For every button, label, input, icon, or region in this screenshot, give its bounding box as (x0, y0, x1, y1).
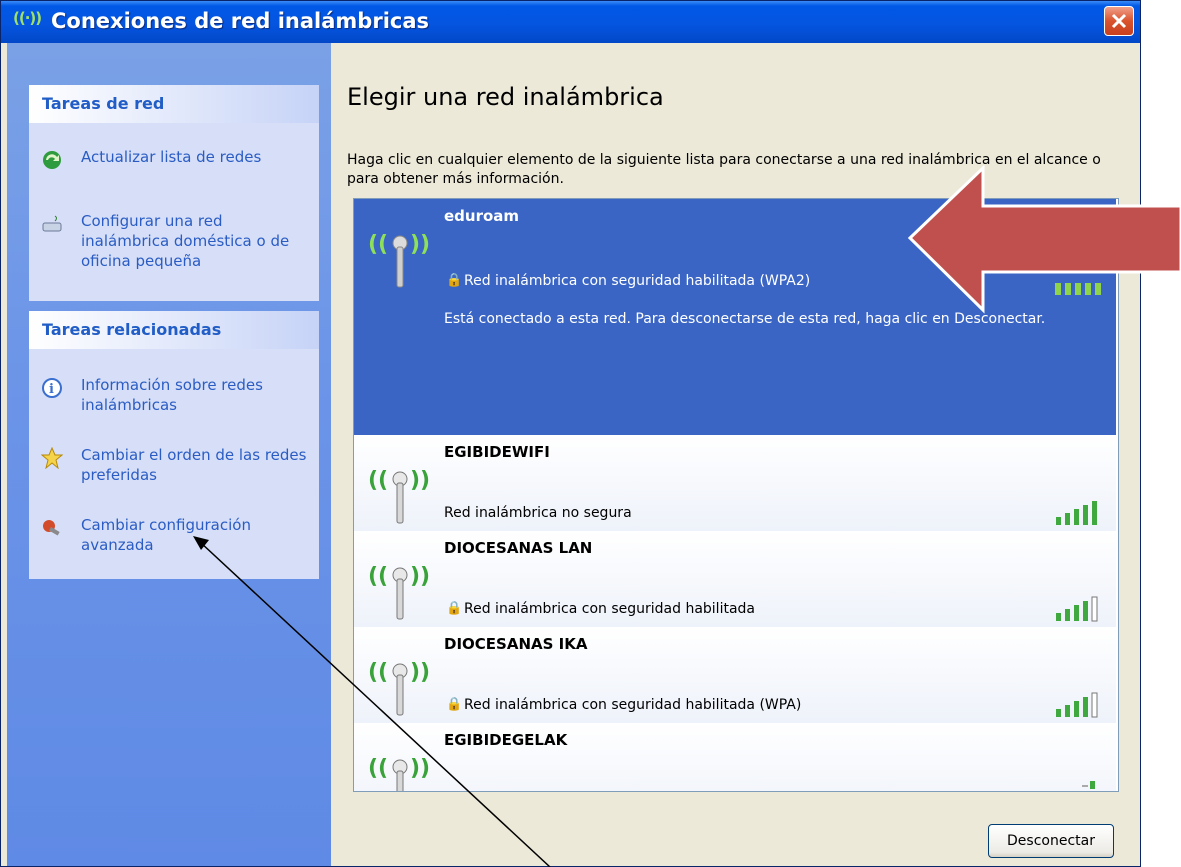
task-label: Actualizar lista de redes (81, 148, 262, 166)
signal-strength-icon (1056, 596, 1098, 622)
network-item-egibidewifi[interactable]: (( )) EGIBIDEWIFI Red inalámbrica no seg… (354, 435, 1116, 532)
signal-strength-icon (1055, 283, 1101, 295)
panel-header[interactable]: Tareas relacionadas (29, 311, 319, 349)
panel-title: Tareas de red (42, 94, 165, 113)
wireless-icon: ((·)) (13, 9, 42, 27)
svg-text:((: (( (368, 232, 388, 257)
settings-icon (43, 520, 60, 536)
task-label: Información sobre redes inalámbricas (81, 376, 263, 414)
disconnect-button[interactable]: Desconectar (988, 824, 1114, 858)
network-item-diocesanas-ika[interactable]: (( )) DIOCESANAS IKA 🔒 Red inalámbrica c… (354, 627, 1116, 724)
wireless-antenna-icon: (( )) (368, 232, 430, 288)
network-name: EGIBIDEGELAK (444, 731, 568, 749)
page-title: Elegir una red inalámbrica (347, 83, 664, 111)
network-tasks-panel: Tareas de red Actualizar lista de redes … (29, 85, 319, 301)
signal-strength-icon (1082, 781, 1095, 789)
network-item-eduroam[interactable]: (( )) eduroam 🔒 Red inalámbrica con segu… (354, 199, 1116, 435)
connection-detail: Está conectado a esta red. Para desconec… (444, 311, 1046, 327)
panel-header[interactable]: Tareas de red (29, 85, 319, 123)
refresh-icon (43, 151, 61, 169)
network-security-status: Red inalámbrica con seguridad habilitada… (464, 273, 811, 289)
wireless-antenna-icon: (( )) (368, 564, 430, 620)
network-security-status: Red inalámbrica con seguridad habilitada… (464, 697, 802, 713)
svg-text:((: (( (368, 756, 388, 781)
star-icon (41, 447, 63, 469)
task-sidebar: Tareas de red Actualizar lista de redes … (7, 43, 331, 866)
task-label: Cambiar el orden de las redes preferidas (81, 446, 307, 484)
network-item-diocesanas-lan[interactable]: (( )) DIOCESANAS LAN 🔒 Red inalámbrica c… (354, 531, 1116, 628)
close-button[interactable] (1104, 6, 1134, 36)
svg-text:)): )) (410, 660, 430, 685)
lock-icon: 🔒 (446, 601, 463, 616)
main-content: Elegir una red inalámbrica Haga clic en … (331, 43, 1140, 866)
instructions-text: Haga clic en cualquier elemento de la si… (347, 152, 1101, 187)
svg-text:)): )) (410, 756, 430, 781)
svg-text:((: (( (368, 468, 388, 493)
network-name: eduroam (444, 207, 520, 225)
related-tasks-panel: Tareas relacionadas i Información sobre … (29, 311, 319, 579)
signal-strength-icon (1056, 692, 1098, 718)
svg-text:)): )) (410, 564, 430, 589)
lock-icon: 🔒 (446, 273, 463, 288)
wireless-antenna-icon: (( )) (368, 756, 430, 791)
info-icon: i (42, 378, 62, 398)
network-name: DIOCESANAS IKA (444, 635, 588, 653)
network-security-status: Red inalámbrica no segura (444, 505, 632, 521)
svg-text:((: (( (368, 564, 388, 589)
task-label: Cambiar configuración avanzada (81, 516, 251, 554)
window-title: Conexiones de red inalámbricas (51, 9, 430, 33)
close-icon (1111, 13, 1127, 29)
svg-text:((: (( (368, 660, 388, 685)
network-item-egibidegelak[interactable]: (( )) EGIBIDEGELAK (354, 723, 1116, 791)
wireless-connections-window: ((·)) Conexiones de red inalámbricas Tar… (0, 0, 1141, 867)
network-name: EGIBIDEWIFI (444, 443, 550, 461)
network-security-status: Red inalámbrica con seguridad habilitada (464, 601, 755, 617)
wireless-antenna-icon: (( )) (368, 468, 430, 524)
lock-icon: 🔒 (446, 697, 463, 712)
svg-text:)): )) (410, 468, 430, 493)
wireless-antenna-icon: (( )) (368, 660, 430, 716)
title-bar[interactable]: ((·)) Conexiones de red inalámbricas (1, 1, 1140, 43)
svg-text:)): )) (410, 232, 430, 257)
panel-title: Tareas relacionadas (42, 320, 222, 339)
wizard-icon (42, 215, 62, 232)
task-label: Configurar una red inalámbrica doméstica… (81, 212, 290, 270)
network-list[interactable]: (( )) eduroam 🔒 Red inalámbrica con segu… (353, 198, 1119, 792)
network-name: DIOCESANAS LAN (444, 539, 593, 557)
signal-strength-icon (1056, 501, 1097, 525)
svg-text:i: i (49, 382, 54, 397)
